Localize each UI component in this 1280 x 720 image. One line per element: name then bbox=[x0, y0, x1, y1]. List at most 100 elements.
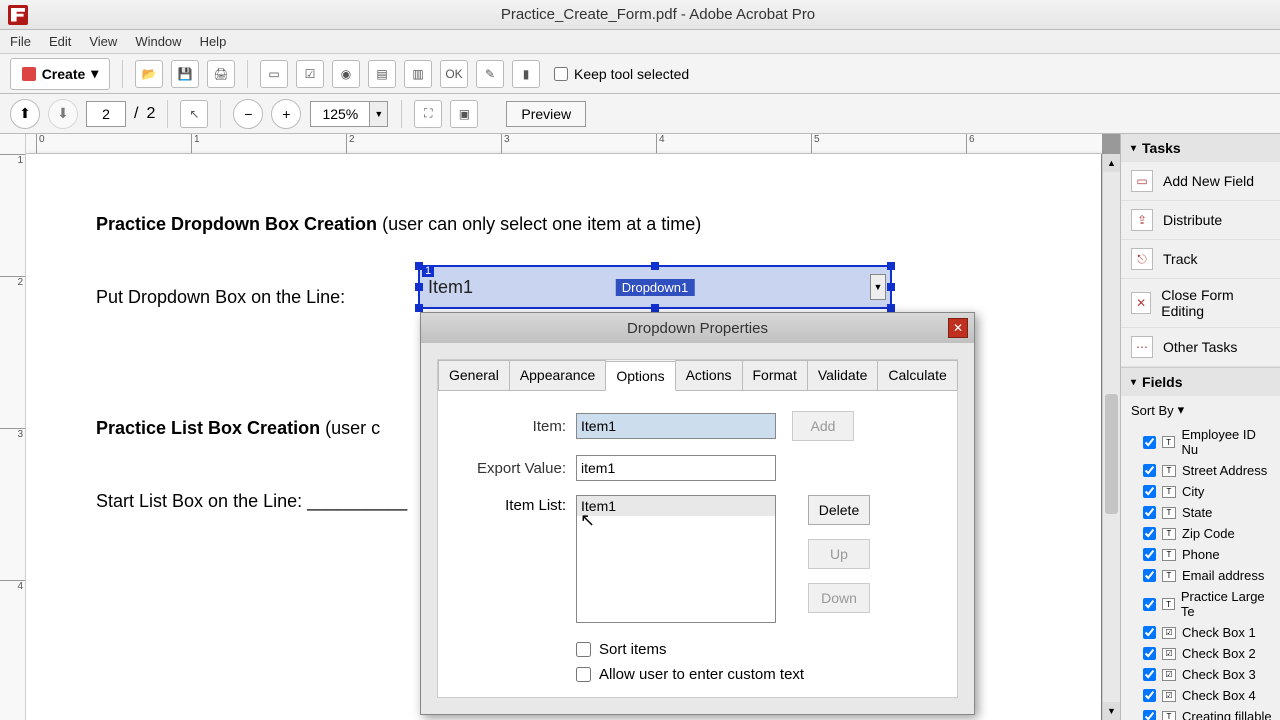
doc-heading: Practice Dropdown Box Creation bbox=[96, 214, 377, 234]
task-track[interactable]: ⎋Track bbox=[1121, 240, 1280, 279]
resize-handle[interactable] bbox=[887, 262, 895, 270]
sort-items-checkbox[interactable] bbox=[576, 642, 591, 657]
page-number-input[interactable] bbox=[86, 101, 126, 127]
field-number-badge: 1 bbox=[422, 265, 434, 277]
resize-handle[interactable] bbox=[651, 304, 659, 312]
radio-tool[interactable]: ◉ bbox=[332, 60, 360, 88]
text-field-icon: T bbox=[1162, 465, 1176, 477]
field-item[interactable]: ☑Check Box 2 bbox=[1121, 643, 1280, 664]
field-item[interactable]: TEmployee ID Nu bbox=[1121, 424, 1280, 460]
scroll-thumb[interactable] bbox=[1105, 394, 1118, 514]
list-item[interactable]: Item1 bbox=[577, 496, 775, 516]
checkbox-tool[interactable]: ☑ bbox=[296, 60, 324, 88]
create-button[interactable]: Create ▾ bbox=[10, 58, 110, 90]
text-field-icon: T bbox=[1162, 486, 1176, 498]
resize-handle[interactable] bbox=[415, 283, 423, 291]
resize-handle[interactable] bbox=[651, 262, 659, 270]
task-distribute[interactable]: ⇪Distribute bbox=[1121, 201, 1280, 240]
resize-handle[interactable] bbox=[887, 304, 895, 312]
item-input[interactable] bbox=[576, 413, 776, 439]
field-item[interactable]: TStreet Address bbox=[1121, 460, 1280, 481]
export-value-input[interactable] bbox=[576, 455, 776, 481]
field-item[interactable]: TCreating fillable bbox=[1121, 706, 1280, 720]
doc-heading2-sub: (user c bbox=[325, 418, 380, 438]
resize-handle[interactable] bbox=[887, 283, 895, 291]
keep-tool-checkbox[interactable] bbox=[554, 67, 568, 81]
horizontal-ruler: 0 1 2 3 4 5 6 bbox=[26, 134, 1102, 154]
menu-help[interactable]: Help bbox=[200, 34, 227, 49]
dropdown-properties-dialog: Dropdown Properties ✕ General Appearance… bbox=[420, 312, 975, 715]
fit-page-button[interactable]: ▣ bbox=[450, 100, 478, 128]
item-list-box[interactable]: Item1 bbox=[576, 495, 776, 623]
dialog-close-button[interactable]: ✕ bbox=[948, 318, 968, 338]
tasks-header[interactable]: ▾Tasks bbox=[1121, 134, 1280, 162]
field-item[interactable]: ☑Check Box 4 bbox=[1121, 685, 1280, 706]
dialog-titlebar[interactable]: Dropdown Properties ✕ bbox=[421, 313, 974, 343]
signature-tool[interactable]: ✎ bbox=[476, 60, 504, 88]
dropdown-arrow-icon[interactable]: ▼ bbox=[870, 274, 886, 300]
button-tool[interactable]: OK bbox=[440, 60, 468, 88]
open-button[interactable]: 📂 bbox=[135, 60, 163, 88]
allow-custom-checkbox[interactable] bbox=[576, 667, 591, 682]
save-button[interactable]: 💾 bbox=[171, 60, 199, 88]
resize-handle[interactable] bbox=[415, 262, 423, 270]
zoom-dropdown[interactable]: ▼ bbox=[370, 101, 388, 127]
field-item[interactable]: TEmail address bbox=[1121, 565, 1280, 586]
scroll-up-arrow[interactable]: ▲ bbox=[1103, 154, 1120, 172]
menu-window[interactable]: Window bbox=[135, 34, 181, 49]
tab-actions[interactable]: Actions bbox=[675, 360, 743, 390]
tab-validate[interactable]: Validate bbox=[807, 360, 879, 390]
preview-button[interactable]: Preview bbox=[506, 101, 586, 127]
tab-calculate[interactable]: Calculate bbox=[877, 360, 957, 390]
scroll-down-arrow[interactable]: ▼ bbox=[1103, 702, 1120, 720]
task-add-new-field[interactable]: ▭Add New Field bbox=[1121, 162, 1280, 201]
text-field-tool[interactable]: ▭ bbox=[260, 60, 288, 88]
select-tool[interactable]: ↖ bbox=[180, 100, 208, 128]
vertical-scrollbar[interactable]: ▲ ▼ bbox=[1102, 154, 1120, 720]
zoom-in-button[interactable]: + bbox=[271, 99, 301, 129]
task-close-form-editing[interactable]: ✕Close Form Editing bbox=[1121, 279, 1280, 328]
delete-button[interactable]: Delete bbox=[808, 495, 870, 525]
print-button[interactable]: 🖨 bbox=[207, 60, 235, 88]
menu-view[interactable]: View bbox=[89, 34, 117, 49]
tab-format[interactable]: Format bbox=[742, 360, 808, 390]
resize-handle[interactable] bbox=[415, 304, 423, 312]
tab-options[interactable]: Options bbox=[605, 361, 675, 391]
dropdown-form-field[interactable]: 1 Item1 Dropdown1 ▼ bbox=[418, 265, 892, 309]
sort-items-check[interactable]: Sort items bbox=[576, 641, 939, 658]
field-item[interactable]: TState bbox=[1121, 502, 1280, 523]
prev-page-button[interactable]: ⬆ bbox=[10, 99, 40, 129]
navigation-bar: ⬆ ⬇ / 2 ↖ − + 125% ▼ ⛶ ▣ Preview bbox=[0, 94, 1280, 134]
field-item[interactable]: TZip Code bbox=[1121, 523, 1280, 544]
field-item[interactable]: ☑Check Box 1 bbox=[1121, 622, 1280, 643]
down-button[interactable]: Down bbox=[808, 583, 870, 613]
item-list-label: Item List: bbox=[456, 495, 566, 514]
field-item[interactable]: TPhone bbox=[1121, 544, 1280, 565]
dropdown-tool[interactable]: ▥ bbox=[404, 60, 432, 88]
allow-custom-check[interactable]: Allow user to enter custom text bbox=[576, 666, 939, 683]
next-page-button[interactable]: ⬇ bbox=[48, 99, 78, 129]
tab-appearance[interactable]: Appearance bbox=[509, 360, 607, 390]
field-item[interactable]: ☑Check Box 3 bbox=[1121, 664, 1280, 685]
field-item[interactable]: TCity bbox=[1121, 481, 1280, 502]
zoom-level[interactable]: 125% bbox=[310, 101, 370, 127]
doc-heading2: Practice List Box Creation bbox=[96, 418, 320, 438]
zoom-out-button[interactable]: − bbox=[233, 99, 263, 129]
fields-header[interactable]: ▾Fields bbox=[1121, 368, 1280, 396]
distribute-icon: ⇪ bbox=[1131, 209, 1153, 231]
listbox-tool[interactable]: ▤ bbox=[368, 60, 396, 88]
fit-width-button[interactable]: ⛶ bbox=[414, 100, 442, 128]
text-field-icon: T bbox=[1162, 711, 1176, 720]
tab-general[interactable]: General bbox=[438, 360, 510, 390]
add-button[interactable]: Add bbox=[792, 411, 854, 441]
barcode-tool[interactable]: ▮ bbox=[512, 60, 540, 88]
task-other[interactable]: ⋯Other Tasks bbox=[1121, 328, 1280, 367]
checkbox-icon: ☑ bbox=[1162, 690, 1176, 702]
menu-file[interactable]: File bbox=[10, 34, 31, 49]
field-item[interactable]: TPractice Large Te bbox=[1121, 586, 1280, 622]
keep-tool-selected[interactable]: Keep tool selected bbox=[554, 66, 689, 82]
menu-edit[interactable]: Edit bbox=[49, 34, 71, 49]
text-field-icon: T bbox=[1162, 507, 1176, 519]
sort-by-dropdown[interactable]: Sort By▾ bbox=[1121, 396, 1280, 424]
up-button[interactable]: Up bbox=[808, 539, 870, 569]
